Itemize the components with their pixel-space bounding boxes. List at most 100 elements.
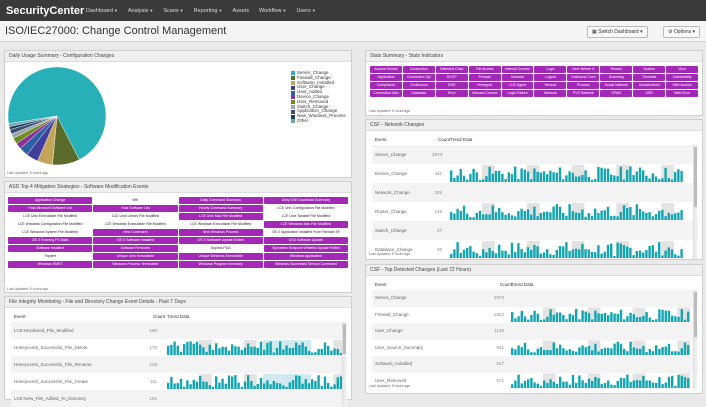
event-count: 2973 [493, 295, 504, 301]
trend-bar [680, 375, 683, 388]
event-name[interactable]: User_Removed [375, 378, 406, 383]
trend-bar [674, 385, 677, 388]
trend-bar [648, 380, 651, 388]
trend-bar [632, 380, 635, 388]
trend-sparklines [511, 291, 691, 388]
trend-bar [578, 347, 581, 355]
trend-bar [671, 375, 674, 388]
last-updated: Last Updated: 5 hours ago [369, 384, 411, 388]
trend-bar [520, 310, 523, 322]
trend-bar [514, 349, 517, 355]
scrollbar-thumb[interactable] [694, 292, 697, 337]
trend-bar [530, 315, 533, 322]
event-count: 671 [496, 377, 504, 383]
trend-bar [626, 374, 629, 388]
scrollbar[interactable] [693, 290, 697, 389]
trend-bar [655, 319, 658, 322]
trend-bar [581, 345, 584, 355]
trend-bar [651, 319, 655, 322]
trend-bar [607, 380, 610, 388]
trend-bar [543, 380, 546, 388]
trend-bar [623, 378, 626, 388]
trend-bar [584, 347, 587, 355]
trend-bar [677, 351, 680, 355]
event-name[interactable]: User_Change [375, 328, 403, 333]
trend-bar [664, 346, 667, 355]
trend-bar [674, 351, 677, 355]
trend-bar [671, 351, 674, 355]
event-name[interactable]: Server_Change [375, 295, 407, 300]
trend-bar [655, 345, 658, 355]
trend-bar [613, 385, 616, 388]
trend-bar [600, 348, 603, 355]
trend-bar [661, 384, 664, 388]
trend-bar [571, 350, 575, 355]
trend-bar [687, 378, 690, 388]
trend-bar [552, 381, 555, 388]
trend-bar [527, 319, 530, 322]
event-name[interactable]: Software_Installed [375, 361, 412, 366]
trend-bar [629, 381, 632, 388]
trend-bar [658, 377, 661, 388]
trend-bar [562, 381, 565, 388]
trend-bar [683, 377, 687, 388]
trend-bar [635, 348, 639, 355]
event-name[interactable]: Firewall_Change [375, 312, 409, 317]
trend-bar [559, 312, 562, 322]
trend-bar [546, 382, 549, 388]
trend-bar [619, 377, 623, 388]
trend-bar [677, 374, 680, 388]
trend-bar [581, 310, 584, 322]
trend-bar [667, 310, 671, 322]
trend-bar [530, 377, 533, 388]
trend-bar [511, 348, 514, 355]
trend-bar [639, 317, 642, 322]
trend-bar [571, 374, 575, 388]
trend-bar [559, 376, 562, 388]
trend-bar [651, 351, 655, 355]
trend-bar [597, 351, 600, 355]
trend-bar [613, 313, 616, 322]
table-row[interactable] [372, 356, 698, 373]
table-row[interactable] [372, 323, 698, 340]
trend-bar [591, 350, 594, 355]
event-name[interactable]: User_Source_Summary [375, 345, 423, 350]
trend-bar [549, 309, 552, 322]
trend-bar [555, 348, 559, 355]
trend-bar [549, 350, 552, 355]
trend-bar [533, 310, 536, 322]
trend-bar [619, 309, 623, 322]
trend-bar [642, 345, 645, 355]
trend-bar [543, 319, 546, 322]
trend-bar [664, 310, 667, 322]
trend-bar [677, 316, 680, 322]
trend-bar [626, 351, 629, 355]
trend-bar [539, 319, 543, 322]
trend-bar [546, 316, 549, 322]
table-row[interactable] [372, 290, 698, 307]
trend-bar [603, 383, 607, 388]
trend-bar [623, 319, 626, 322]
trend-bar [594, 376, 597, 388]
trend-bar [597, 313, 600, 322]
trend-bar [683, 319, 687, 322]
trend-bar [527, 349, 530, 355]
trend-bar [655, 382, 658, 388]
trend-bar [648, 349, 651, 355]
trend-bar [623, 348, 626, 355]
trend-bar [555, 383, 559, 388]
trend-bar [591, 319, 594, 322]
trend-bar [664, 382, 667, 388]
trend-bar [658, 309, 661, 322]
trend-bar [536, 313, 539, 322]
trend-bar [661, 309, 664, 322]
trend-bar [559, 344, 562, 355]
trend-bar [562, 348, 565, 355]
event-count: 917 [496, 361, 504, 367]
trend-bar [520, 347, 523, 355]
trend-bar [527, 379, 530, 388]
trend-bar [536, 348, 539, 355]
trend-bar [568, 349, 571, 355]
trend-bar [607, 315, 610, 322]
trend-bar [667, 376, 671, 388]
